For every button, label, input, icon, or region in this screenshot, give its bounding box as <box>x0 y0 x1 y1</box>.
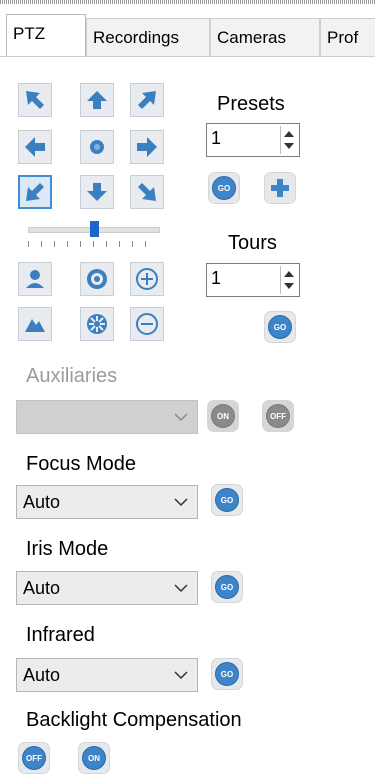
iris-open-button[interactable] <box>80 262 114 296</box>
tab-divider <box>0 56 375 57</box>
go-icon: GO <box>212 176 236 200</box>
iris-mode-value: Auto <box>23 578 61 598</box>
zoom-out-icon <box>136 313 158 335</box>
aux-on-button[interactable]: ON <box>207 400 239 432</box>
auxiliaries-label: Auxiliaries <box>26 365 118 387</box>
arrow-up-right-icon <box>138 91 156 109</box>
auxiliaries-select[interactable] <box>16 400 198 434</box>
go-icon: GO <box>215 488 239 512</box>
chevron-down-icon <box>174 413 188 422</box>
arrow-down-right-icon <box>138 183 156 201</box>
preset-number-spinner[interactable]: 1 <box>206 123 300 157</box>
tab-recordings[interactable]: Recordings <box>86 18 210 56</box>
off-icon: OFF <box>266 404 290 428</box>
arrow-right-icon <box>137 137 157 157</box>
focus-go-button[interactable]: GO <box>211 484 243 516</box>
zoom-in-icon <box>136 268 158 290</box>
spinner-up-icon[interactable] <box>284 271 294 277</box>
aux-off-button[interactable]: OFF <box>262 400 294 432</box>
focus-mode-select[interactable]: Auto <box>16 485 198 519</box>
add-preset-button[interactable] <box>264 172 296 204</box>
arrow-up-left-icon <box>26 91 44 109</box>
chevron-down-icon <box>174 584 188 593</box>
aperture-icon <box>87 314 107 334</box>
arrow-down-icon <box>87 183 107 201</box>
pan-up-right-button[interactable] <box>130 83 164 117</box>
pan-up-left-button[interactable] <box>18 83 52 117</box>
infrared-go-button[interactable]: GO <box>211 658 243 690</box>
tilt-down-button[interactable] <box>80 175 114 209</box>
off-icon: OFF <box>22 746 46 770</box>
iris-mode-select[interactable]: Auto <box>16 571 198 605</box>
arrow-left-icon <box>25 137 45 157</box>
spinner-arrows[interactable] <box>280 126 297 154</box>
preset-value: 1 <box>211 128 222 148</box>
pan-right-button[interactable] <box>130 130 164 164</box>
tour-number-spinner[interactable]: 1 <box>206 263 300 297</box>
tour-value: 1 <box>211 268 222 288</box>
home-dot-icon <box>90 140 104 154</box>
tours-label: Tours <box>228 232 277 254</box>
on-icon: ON <box>82 746 106 770</box>
focus-mode-value: Auto <box>23 492 61 512</box>
pan-down-left-button[interactable] <box>18 175 52 209</box>
plus-icon <box>271 179 289 197</box>
ptz-speed-slider[interactable] <box>18 219 168 249</box>
tour-go-button[interactable]: GO <box>264 311 296 343</box>
backlight-compensation-label: Backlight Compensation <box>26 709 242 731</box>
iris-icon <box>87 269 107 289</box>
tab-profiles[interactable]: Prof <box>320 18 375 56</box>
presets-label: Presets <box>217 93 285 115</box>
infrared-select[interactable]: Auto <box>16 658 198 692</box>
spinner-arrows[interactable] <box>280 266 297 294</box>
backlight-off-button[interactable]: OFF <box>18 742 50 774</box>
iris-mode-label: Iris Mode <box>26 538 109 560</box>
slider-thumb[interactable] <box>90 221 99 237</box>
ptz-home-button[interactable] <box>80 130 114 164</box>
pan-left-button[interactable] <box>18 130 52 164</box>
arrow-down-left-icon <box>26 183 44 201</box>
auto-tracking-button[interactable] <box>18 262 52 296</box>
window-top-edge <box>0 0 375 4</box>
go-icon: GO <box>215 662 239 686</box>
go-icon: GO <box>215 575 239 599</box>
chevron-down-icon <box>174 498 188 507</box>
iris-go-button[interactable]: GO <box>211 571 243 603</box>
backlight-on-button[interactable]: ON <box>78 742 110 774</box>
go-icon: GO <box>268 315 292 339</box>
focus-far-button[interactable] <box>18 307 52 341</box>
zoom-out-button[interactable] <box>130 307 164 341</box>
spinner-down-icon[interactable] <box>284 143 294 149</box>
infrared-label: Infrared <box>26 624 95 646</box>
person-icon <box>26 270 44 288</box>
tab-ptz[interactable]: PTZ <box>6 14 86 57</box>
mountain-icon <box>25 319 45 332</box>
iris-close-button[interactable] <box>80 307 114 341</box>
spinner-up-icon[interactable] <box>284 131 294 137</box>
infrared-value: Auto <box>23 665 61 685</box>
tilt-up-button[interactable] <box>80 83 114 117</box>
zoom-in-button[interactable] <box>130 262 164 296</box>
tab-cameras[interactable]: Cameras <box>210 18 320 56</box>
preset-go-button[interactable]: GO <box>208 172 240 204</box>
chevron-down-icon <box>174 671 188 680</box>
slider-ticks <box>28 241 158 247</box>
on-icon: ON <box>211 404 235 428</box>
focus-mode-label: Focus Mode <box>26 453 137 475</box>
pan-down-right-button[interactable] <box>130 175 164 209</box>
spinner-down-icon[interactable] <box>284 283 294 289</box>
arrow-up-icon <box>87 91 107 109</box>
